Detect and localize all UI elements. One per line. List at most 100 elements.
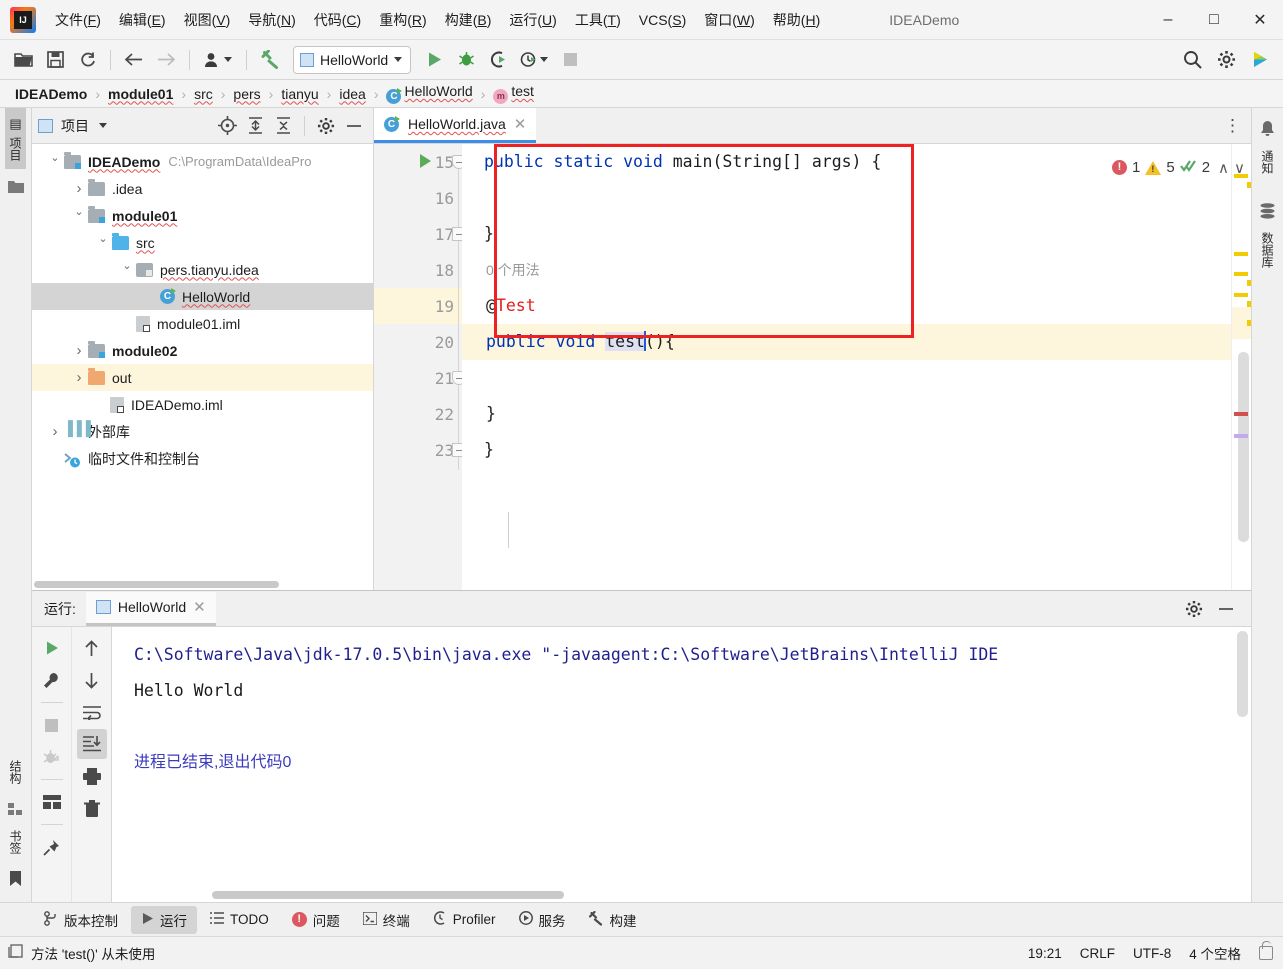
project-horizontal-scrollbar[interactable]: [32, 581, 373, 590]
indent-size[interactable]: 4 个空格: [1189, 943, 1241, 963]
breadcrumb-item-test[interactable]: m test: [490, 82, 537, 105]
hide-icon[interactable]: [341, 113, 367, 139]
menu-view[interactable]: 视图(V): [175, 6, 240, 34]
hammer-icon[interactable]: [255, 46, 285, 74]
code-editor[interactable]: 15 16 17 18 19 20 21 22 23 public static…: [374, 144, 1251, 590]
hide-icon[interactable]: [1213, 596, 1239, 622]
open-folder-icon[interactable]: [8, 46, 38, 74]
chevron-right-icon[interactable]: [70, 369, 88, 386]
bottom-tab-terminal[interactable]: 终端: [353, 906, 420, 934]
sidebar-item-project[interactable]: ▤ 项目: [5, 108, 26, 169]
bottom-tab-todo[interactable]: TODO: [200, 908, 279, 932]
rerun-icon[interactable]: [37, 633, 67, 663]
editor-gutter[interactable]: 15 16 17 18 19 20 21 22 23: [374, 144, 466, 590]
chevron-right-icon[interactable]: [70, 180, 88, 197]
profiler-icon[interactable]: [515, 46, 553, 74]
wrench-icon[interactable]: [37, 665, 67, 695]
layout-icon[interactable]: [37, 787, 67, 817]
breadcrumb-item-module01[interactable]: module01: [105, 85, 176, 103]
bottom-tab-services[interactable]: 服务: [509, 906, 576, 934]
editor-tab-helloworld-java[interactable]: C HelloWorld.java ✕: [374, 108, 537, 143]
chevron-down-icon[interactable]: [46, 155, 64, 168]
ide-feature-icon[interactable]: [1245, 46, 1275, 74]
menu-file[interactable]: 文件(F): [46, 6, 110, 34]
stop-icon[interactable]: [37, 710, 67, 740]
database-icon[interactable]: [1255, 198, 1281, 224]
gear-icon[interactable]: [313, 113, 339, 139]
gear-icon[interactable]: [1181, 596, 1207, 622]
sidebar-item-bookmarks[interactable]: 书签: [5, 822, 26, 862]
sync-icon[interactable]: [72, 46, 102, 74]
editor-marker-bar[interactable]: [1231, 144, 1251, 590]
tree-row-external-libraries[interactable]: 外部库: [32, 418, 373, 445]
warning-marker[interactable]: [1234, 252, 1248, 256]
tree-row-ideademo[interactable]: IDEADemo C:\ProgramData\IdeaPro: [32, 148, 373, 175]
bottom-tab-version-control[interactable]: 版本控制: [34, 906, 128, 934]
scroll-to-end-icon[interactable]: [76, 729, 107, 759]
locate-icon[interactable]: [214, 113, 240, 139]
close-button[interactable]: ✕: [1237, 0, 1283, 40]
menu-help[interactable]: 帮助(H): [764, 6, 829, 34]
breadcrumb-item-tianyu[interactable]: tianyu: [278, 85, 321, 103]
breadcrumb-item-ideademo[interactable]: IDEADemo: [12, 85, 90, 103]
bottom-tab-profiler[interactable]: Profiler: [423, 907, 506, 932]
gear-icon[interactable]: [1211, 46, 1241, 74]
usages-inlay-hint[interactable]: 0 个用法: [486, 262, 540, 278]
menu-navigate[interactable]: 导航(N): [239, 6, 304, 34]
warning-marker[interactable]: [1234, 272, 1248, 276]
message-icon[interactable]: [8, 944, 23, 962]
sidebar-item-database[interactable]: 数据库: [1257, 224, 1278, 276]
editor-vertical-scrollbar[interactable]: [1238, 352, 1249, 542]
trash-icon[interactable]: [77, 793, 107, 823]
tree-row-module01-iml[interactable]: module01.iml: [32, 310, 373, 337]
down-arrow-icon[interactable]: [77, 665, 107, 695]
caret-position[interactable]: 19:21: [1028, 946, 1062, 961]
save-icon[interactable]: [40, 46, 70, 74]
chevron-down-icon[interactable]: [70, 209, 88, 222]
run-tab-helloworld[interactable]: HelloWorld ✕: [85, 591, 216, 626]
lock-icon[interactable]: [1259, 941, 1273, 960]
sidebar-item-notifications[interactable]: 通知: [1257, 142, 1278, 182]
menu-run[interactable]: 运行(U): [500, 6, 565, 34]
tree-row-out[interactable]: out: [32, 364, 373, 391]
tree-row-package[interactable]: pers.tianyu.idea: [32, 256, 373, 283]
tree-row-scratches[interactable]: 临时文件和控制台: [32, 445, 373, 472]
tree-row-ideademo-iml[interactable]: IDEADemo.iml: [32, 391, 373, 418]
more-vertical-icon[interactable]: ⋮: [1224, 116, 1241, 136]
chevron-down-icon[interactable]: [94, 236, 112, 249]
tree-row-src[interactable]: src: [32, 229, 373, 256]
file-encoding[interactable]: UTF-8: [1133, 946, 1171, 961]
stop-icon[interactable]: [555, 46, 585, 74]
structure-icon[interactable]: [3, 796, 29, 822]
user-icon[interactable]: [198, 46, 238, 74]
chevron-down-icon[interactable]: [99, 123, 107, 128]
close-icon[interactable]: ✕: [193, 598, 206, 616]
pin-icon[interactable]: [37, 832, 67, 862]
expand-all-icon[interactable]: [242, 113, 268, 139]
search-icon[interactable]: [1177, 46, 1207, 74]
line-separator[interactable]: CRLF: [1080, 946, 1115, 961]
soft-wrap-icon[interactable]: [77, 697, 107, 727]
menu-tools[interactable]: 工具(T): [566, 6, 630, 34]
bottom-tab-build[interactable]: 构建: [579, 906, 647, 934]
tree-row-module02[interactable]: module02: [32, 337, 373, 364]
bottom-tab-problems[interactable]: ! 问题: [282, 906, 350, 934]
bottom-tab-run[interactable]: 运行: [131, 905, 197, 934]
debug-icon[interactable]: [451, 46, 481, 74]
code-text[interactable]: public static void main(String[] args) {…: [462, 144, 1231, 590]
close-icon[interactable]: ✕: [514, 115, 527, 133]
menu-code[interactable]: 代码(C): [305, 6, 370, 34]
forward-arrow-icon[interactable]: [151, 46, 181, 74]
menu-build[interactable]: 构建(B): [436, 6, 501, 34]
bookmark-marker[interactable]: [1234, 434, 1248, 438]
warning-marker[interactable]: [1234, 293, 1248, 297]
chevron-right-icon[interactable]: [46, 423, 64, 440]
project-tree[interactable]: IDEADemo C:\ProgramData\IdeaPro .idea mo…: [32, 144, 373, 590]
run-with-coverage-icon[interactable]: [483, 46, 513, 74]
tree-row-module01[interactable]: module01: [32, 202, 373, 229]
breadcrumb-item-src[interactable]: src: [191, 85, 216, 103]
maximize-button[interactable]: □: [1191, 0, 1237, 40]
tree-row-idea[interactable]: .idea: [32, 175, 373, 202]
next-problem-icon[interactable]: ∨: [1234, 159, 1245, 177]
run-gutter-icon[interactable]: [420, 154, 431, 168]
